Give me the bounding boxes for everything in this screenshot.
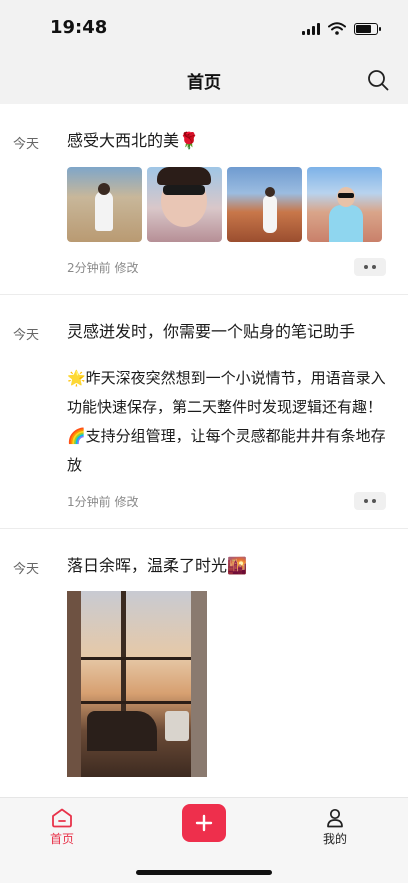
battery-fill bbox=[356, 24, 372, 33]
status-icons bbox=[302, 22, 381, 35]
search-icon[interactable] bbox=[366, 68, 390, 92]
battery-icon bbox=[354, 22, 381, 35]
plus-icon bbox=[195, 814, 213, 832]
page-title: 首页 bbox=[187, 73, 221, 93]
home-icon bbox=[52, 808, 72, 828]
tab-mine[interactable]: 我的 bbox=[323, 808, 347, 847]
add-note-button[interactable] bbox=[182, 804, 226, 842]
tab-home[interactable]: 首页 bbox=[50, 808, 74, 847]
signal-icon bbox=[302, 22, 320, 35]
post-meta: 2分钟前 修改 bbox=[67, 260, 139, 275]
wifi-icon bbox=[328, 22, 346, 35]
post-meta: 1分钟前 修改 bbox=[67, 494, 139, 509]
tab-home-label: 首页 bbox=[50, 832, 75, 846]
status-time: 19:48 bbox=[50, 17, 108, 38]
tab-mine-label: 我的 bbox=[323, 832, 348, 846]
status-bar: 19:48 bbox=[0, 0, 408, 56]
more-options-button[interactable] bbox=[354, 258, 386, 276]
home-indicator bbox=[136, 870, 272, 875]
post-title: 落日余晖，温柔了时光🌇 bbox=[67, 556, 247, 575]
photo-thumbnail[interactable] bbox=[227, 167, 302, 242]
post-date: 今天 bbox=[13, 137, 40, 152]
list-item[interactable]: 今天 感受大西北的美🌹 2分钟前 修改 bbox=[0, 104, 408, 295]
photo-thumbnail[interactable] bbox=[307, 167, 382, 242]
post-date: 今天 bbox=[13, 328, 40, 343]
photo-thumbnail[interactable] bbox=[67, 591, 207, 777]
photo-grid bbox=[67, 167, 386, 242]
note-feed[interactable]: 今天 感受大西北的美🌹 2分钟前 修改 今天 灵感迸发时，你需要一个贴身的笔记助… bbox=[0, 104, 408, 797]
list-item[interactable]: 今天 灵感迸发时，你需要一个贴身的笔记助手 🌟昨天深夜突然想到一个小说情节，用语… bbox=[0, 295, 408, 529]
user-icon bbox=[327, 808, 343, 828]
photo-thumbnail[interactable] bbox=[147, 167, 222, 242]
list-item[interactable]: 今天 落日余晖，温柔了时光🌇 bbox=[0, 529, 408, 777]
header: 首页 bbox=[0, 56, 408, 104]
post-title: 感受大西北的美🌹 bbox=[67, 131, 199, 150]
post-title: 灵感迸发时，你需要一个贴身的笔记助手 bbox=[67, 322, 356, 341]
more-options-button[interactable] bbox=[354, 492, 386, 510]
photo-thumbnail[interactable] bbox=[67, 167, 142, 242]
post-date: 今天 bbox=[13, 562, 40, 577]
post-text: 🌟昨天深夜突然想到一个小说情节，用语音录入功能快速保存，第二天整件时发现逻辑还有… bbox=[67, 369, 386, 474]
